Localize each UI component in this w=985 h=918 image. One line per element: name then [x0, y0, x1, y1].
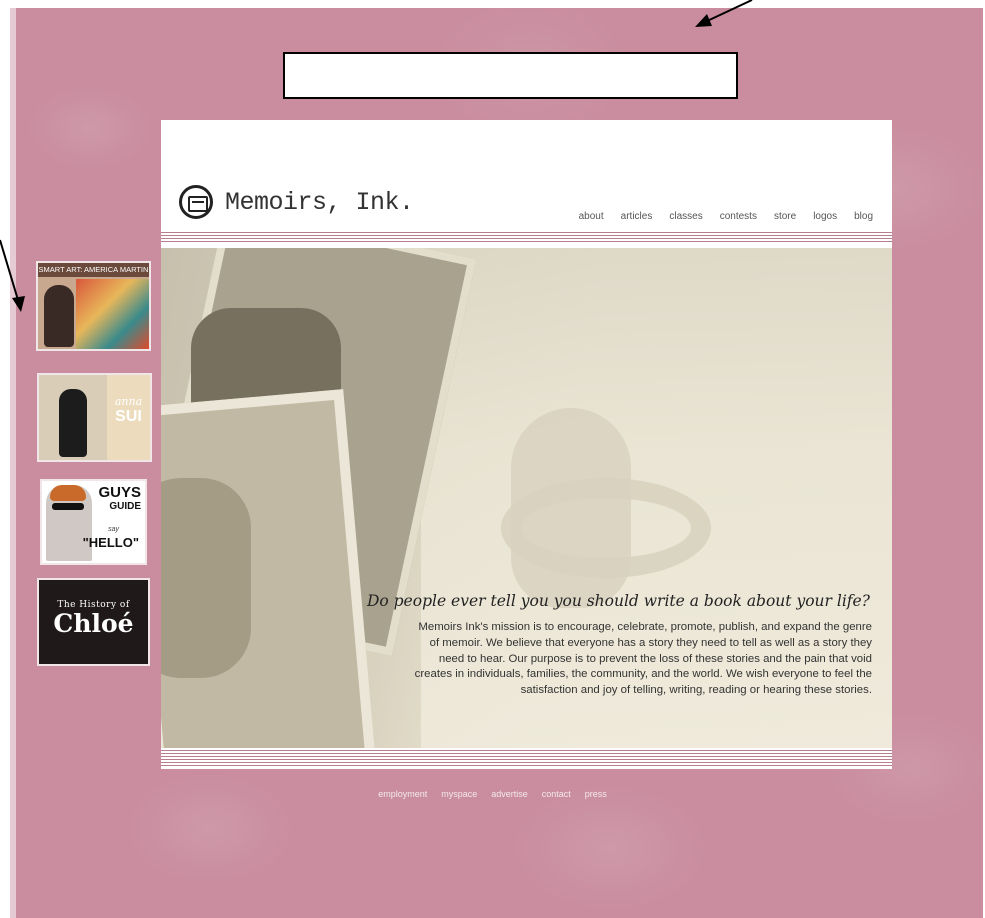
site-logo[interactable]: Memoirs, Ink.: [179, 185, 414, 219]
nav-blog[interactable]: blog: [854, 211, 873, 222]
nav-articles[interactable]: articles: [621, 211, 653, 222]
brand-line1: anna: [114, 395, 143, 408]
kid-hair: [50, 485, 86, 501]
nav-about[interactable]: about: [579, 211, 604, 222]
ad-thumbnail-guys-guide[interactable]: GUYS GUIDE say "HELLO": [40, 479, 147, 565]
logo-text: Memoirs, Ink.: [225, 187, 414, 217]
main-panel: Memoirs, Ink. about articles classes con…: [161, 120, 892, 769]
nav-contests[interactable]: contests: [720, 211, 757, 222]
model-figure: [59, 389, 87, 457]
guide-line3: say: [108, 526, 119, 533]
footer-employment[interactable]: employment: [378, 789, 427, 799]
divider-top: [161, 230, 892, 242]
nav-logos[interactable]: logos: [813, 211, 837, 222]
chloe-line2: Chloé: [53, 609, 134, 638]
main-nav: about articles classes contests store lo…: [562, 211, 873, 222]
ad-thumbnail-anna-sui[interactable]: anna SUI: [37, 373, 152, 462]
boy-face: [161, 478, 251, 678]
brand-line2: SUI: [115, 408, 142, 425]
brand-panel: anna SUI: [107, 375, 150, 460]
left-edge: [10, 8, 16, 918]
nav-classes[interactable]: classes: [669, 211, 702, 222]
nav-store[interactable]: store: [774, 211, 796, 222]
footer-contact[interactable]: contact: [542, 789, 571, 799]
typewriter-icon: [179, 185, 213, 219]
footer-advertise[interactable]: advertise: [491, 789, 528, 799]
footer-myspace[interactable]: myspace: [441, 789, 477, 799]
ad-thumbnail-smart-art[interactable]: SMART ART: AMERICA MARTIN: [36, 261, 151, 351]
artist-figure: [44, 285, 74, 347]
mural-image: [76, 279, 149, 349]
thumbnail-caption: SMART ART: AMERICA MARTIN: [38, 263, 149, 277]
guide-line4: "HELLO": [82, 535, 139, 550]
empty-annotation-box: [283, 52, 738, 99]
sunglasses-icon: [52, 503, 84, 510]
divider-bottom: [161, 748, 892, 768]
footer-nav: employment myspace advertise contact pre…: [0, 789, 985, 799]
guide-line2: GUIDE: [109, 501, 141, 512]
hero-tagline: Do people ever tell you you should write…: [366, 592, 870, 610]
footer-press[interactable]: press: [585, 789, 607, 799]
mission-statement: Memoirs Ink's mission is to encourage, c…: [414, 621, 872, 697]
ad-thumbnail-chloe[interactable]: The History of Chloé: [37, 578, 150, 666]
swimmer-figure: [511, 408, 631, 608]
guide-line1: GUYS: [98, 484, 141, 501]
